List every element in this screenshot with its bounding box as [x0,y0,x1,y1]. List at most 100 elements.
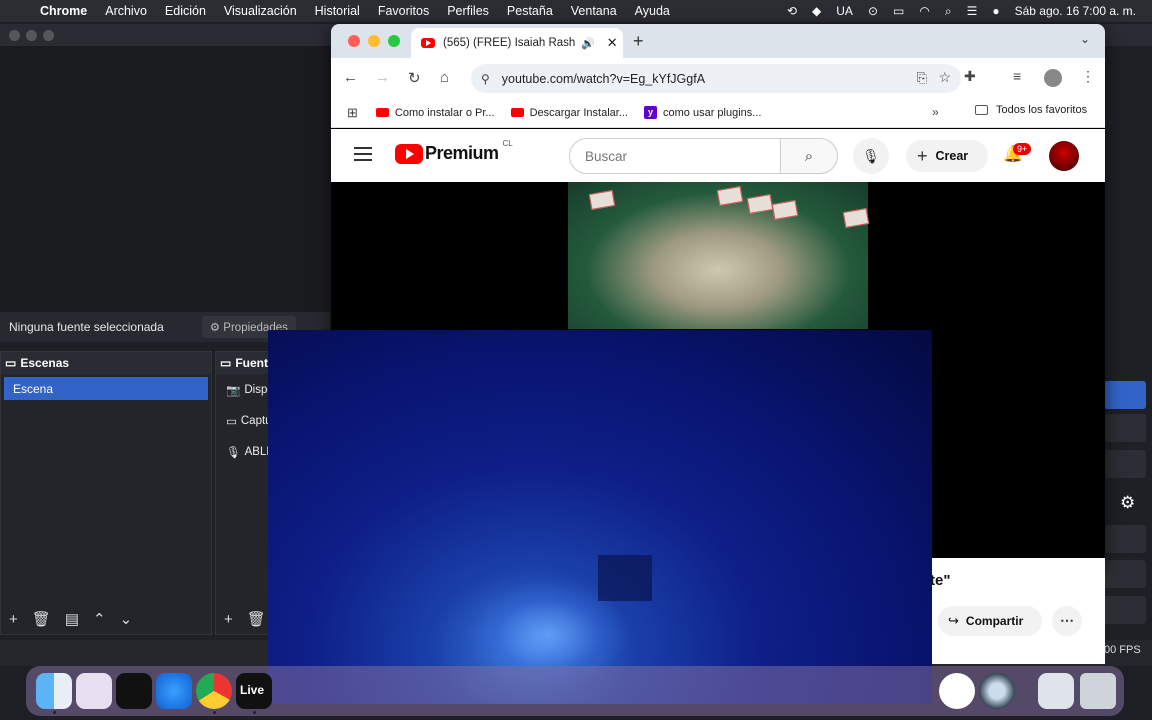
sync-icon[interactable]: ⟲ [787,4,797,18]
search-button[interactable]: ⌕ [780,138,838,174]
menu-historial[interactable]: Historial [315,4,360,18]
bookmark-label: Como instalar o Pr... [394,106,495,119]
launchpad-icon[interactable] [76,673,112,709]
search-placeholder: Buscar [585,148,628,164]
control-slot[interactable] [1104,596,1146,624]
trash-icon[interactable]: 🗑 [247,610,266,628]
new-tab-button[interactable]: + [633,31,644,52]
control-slot[interactable] [1104,560,1146,588]
trash-icon[interactable] [1080,673,1116,709]
menu-app-name[interactable]: Chrome [40,4,87,18]
obs-minimize-button[interactable] [26,30,37,41]
siri-icon[interactable]: ● [992,4,999,18]
add-scene-button[interactable]: + [9,611,18,628]
search-input[interactable]: Buscar [569,138,781,174]
more-bookmarks-icon[interactable]: » [932,105,939,119]
play-circle-icon[interactable]: ⊙ [868,4,878,18]
menu-pestana[interactable]: Pestaña [507,4,553,18]
close-tab-icon[interactable]: ✕ [607,35,618,51]
media-controls-icon[interactable]: ≡ [1013,68,1021,84]
tab-youtube[interactable]: (565) (FREE) Isaiah Rasha 🔊 ✕ [411,28,623,58]
menu-ayuda[interactable]: Ayuda [635,4,670,18]
control-active[interactable] [1104,381,1146,409]
create-button[interactable]: + Crear [906,140,988,172]
monitor-icon: ▭ [226,415,237,428]
quicktime-icon[interactable] [979,673,1015,709]
dock-float-icon[interactable]: ▭ [5,356,16,370]
tab-search-icon[interactable]: ⌄ [1080,32,1090,46]
clock[interactable]: Sáb ago. 16 7:00 a. m. [1015,4,1136,18]
more-actions-button[interactable]: ⋯ [1052,606,1082,636]
finder-icon[interactable] [36,673,72,709]
apps-grid-icon[interactable]: ⊞ [347,105,358,121]
menu-perfiles[interactable]: Perfiles [447,4,489,18]
utorrent-icon[interactable] [939,673,975,709]
scenes-dock: ▭ Escenas Escena + 🗑 ▤ ⌃ ⌄ [0,351,212,635]
fps-readout: 00 FPS [1104,644,1141,656]
control-slot[interactable] [1104,450,1146,478]
search-icon[interactable]: ⌕ [945,4,952,19]
back-icon[interactable]: ← [343,69,358,86]
reload-icon[interactable]: ↻ [408,69,421,87]
live-icon[interactable]: Live [236,673,272,709]
profile-avatar[interactable] [1044,69,1062,87]
speaker-icon[interactable]: 🔊 [581,37,595,50]
menu-favoritos[interactable]: Favoritos [378,4,429,18]
gear-icon[interactable]: ⚙ [1120,493,1135,513]
bookmark-star-icon[interactable]: ☆ [938,69,951,86]
trash-icon[interactable]: 🗑 [32,610,51,628]
menu-ventana[interactable]: Ventana [571,4,617,18]
menu-visualizacion[interactable]: Visualización [224,4,297,18]
obs-close-button[interactable] [9,30,20,41]
input-source[interactable]: UA [836,4,853,18]
address-bar[interactable]: ⚲ youtube.com/watch?v=Eg_kYfJGgfA ⎘ ☆ [471,64,961,93]
playing-card [716,186,744,206]
chrome-icon[interactable] [196,673,232,709]
share-button[interactable]: ↪ Compartir [938,606,1042,636]
forward-icon[interactable]: → [375,69,390,86]
home-icon[interactable]: ⌂ [440,69,449,86]
diamond-icon[interactable]: ◆ [812,4,821,18]
preview-icon[interactable] [1038,673,1074,709]
window-zoom-button[interactable] [388,35,400,47]
voice-search-button[interactable]: 🎙 [853,138,889,174]
live-label: Live [240,683,265,697]
add-source-button[interactable]: + [224,611,233,628]
playing-card [588,190,616,210]
window-close-button[interactable] [348,35,360,47]
menu-edicion[interactable]: Edición [165,4,206,18]
window-minimize-button[interactable] [368,35,380,47]
bookmark-item[interactable]: Como instalar o Pr... [375,106,495,119]
chrome-menu-icon[interactable]: ⋮ [1081,68,1095,85]
bookmark-item[interactable]: y como usar plugins... [644,106,761,119]
wifi-icon[interactable]: ◠ [919,4,929,18]
install-app-icon[interactable]: ⎘ [917,70,927,86]
obs-controls-column: ⚙ [1104,24,1152,666]
search-icon: ⌕ [804,147,814,165]
capcut-icon[interactable] [116,673,152,709]
all-bookmarks-button[interactable]: Todos los favoritos [975,104,1087,116]
user-avatar[interactable] [1049,141,1079,171]
menu-hamburger-icon[interactable] [354,147,372,165]
control-slot[interactable] [1104,414,1146,442]
obs-zoom-button[interactable] [43,30,54,41]
menu-archivo[interactable]: Archivo [105,4,147,18]
address-text[interactable]: youtube.com/watch?v=Eg_kYfJGgfA [502,72,705,86]
safari-icon[interactable] [156,673,192,709]
control-center-icon[interactable]: ☰ [967,4,978,18]
all-bookmarks-label: Todos los favoritos [996,104,1088,116]
youtube-header: Premium CL Buscar ⌕ 🎙 + Crear 🔔 9+ [331,129,1105,182]
running-indicator [253,711,256,714]
site-settings-icon[interactable]: ⚲ [481,72,490,86]
bookmark-item[interactable]: Descargar Instalar... [510,107,628,119]
control-slot[interactable] [1104,525,1146,553]
youtube-premium-logo[interactable]: Premium CL [395,139,513,164]
extensions-icon[interactable]: ✚ [964,68,976,85]
scene-item[interactable]: Escena [4,377,208,400]
tab-title: (565) (FREE) Isaiah Rasha [443,37,575,49]
filter-icon[interactable]: ▤ [65,610,79,628]
battery-icon[interactable]: ▭ [893,4,904,18]
move-up-icon[interactable]: ⌃ [93,610,106,628]
move-down-icon[interactable]: ⌄ [120,610,133,628]
dock-float-icon[interactable]: ▭ [220,356,231,370]
